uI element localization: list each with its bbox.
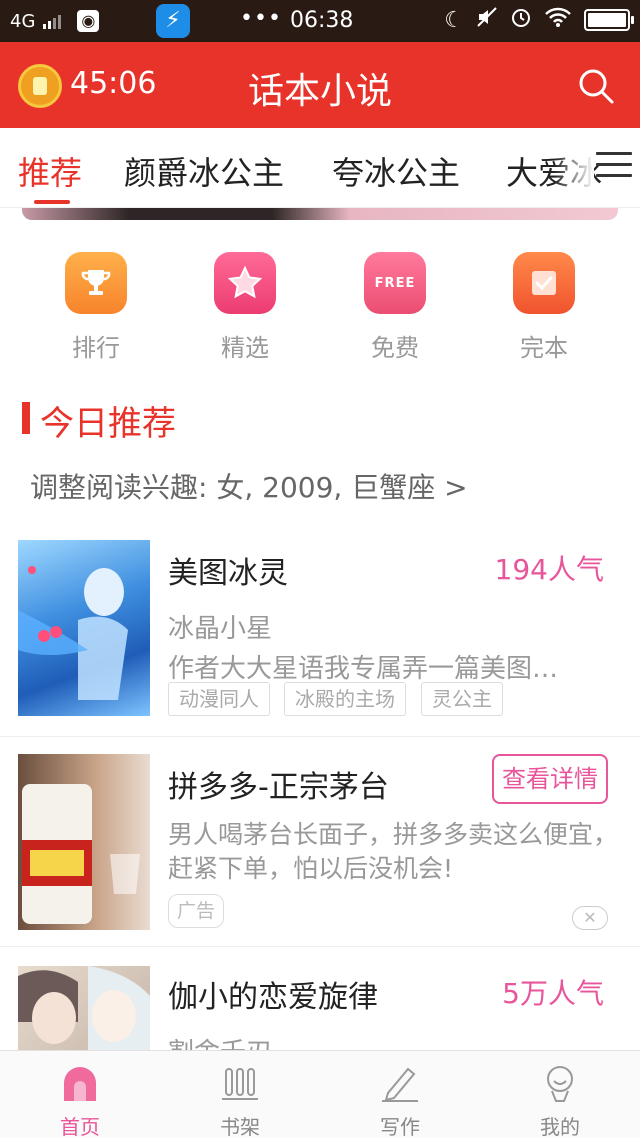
free-icon: FREE bbox=[364, 252, 426, 314]
nav-bookshelf[interactable]: 书架 bbox=[160, 1051, 320, 1138]
quick-entry-free[interactable]: FREE 免费 bbox=[345, 252, 445, 363]
status-icons: ☾ bbox=[444, 6, 634, 34]
nav-label: 首页 bbox=[60, 1115, 100, 1138]
app-header: 45:06 话本小说 bbox=[0, 42, 640, 128]
browser-notification-icon: ◉ bbox=[77, 10, 100, 32]
nav-label: 我的 bbox=[540, 1115, 580, 1138]
profile-icon bbox=[547, 1066, 573, 1102]
bookshelf-icon bbox=[222, 1068, 258, 1100]
network-indicator: 4G ◉ bbox=[10, 10, 100, 32]
section-title: 今日推荐 bbox=[40, 404, 176, 444]
app-title: 话本小说 bbox=[247, 71, 392, 112]
view-details-button[interactable]: 查看详情 bbox=[492, 754, 608, 804]
book-cover bbox=[18, 540, 150, 716]
alarm-icon bbox=[510, 6, 532, 34]
wifi-icon bbox=[544, 6, 572, 34]
star-icon bbox=[214, 252, 276, 314]
quick-entry-featured[interactable]: 精选 bbox=[195, 252, 295, 363]
book-description: 作者大大星语我专属弄一篇美图… bbox=[168, 654, 559, 684]
section-marker bbox=[22, 402, 30, 434]
book-tag[interactable]: 冰殿的主场 bbox=[284, 682, 406, 716]
book-tag[interactable]: 灵公主 bbox=[421, 682, 503, 716]
book-title: 美图冰灵 bbox=[168, 556, 288, 591]
quick-entry-label: 免费 bbox=[371, 334, 419, 362]
clock: 06:38 bbox=[290, 8, 354, 33]
book-popularity: 194人气 bbox=[494, 553, 604, 586]
book-item[interactable]: 伽小的恋爱旋律 5万人气 割舍千刃 bbox=[0, 966, 640, 1050]
free-badge: FREE bbox=[374, 275, 416, 291]
mute-icon bbox=[476, 6, 498, 34]
ad-label: 广告 bbox=[168, 894, 225, 928]
network-label: 4G bbox=[10, 10, 36, 32]
quick-entry-label: 完本 bbox=[520, 334, 568, 362]
check-icon bbox=[513, 252, 575, 314]
book-author: 割舍千刃 bbox=[168, 1032, 272, 1050]
nav-home[interactable]: 首页 bbox=[0, 1051, 160, 1138]
tab-kua-bing-princess[interactable]: 夸冰公主 bbox=[332, 148, 460, 194]
more-notifications-icon: ••• bbox=[240, 6, 282, 31]
status-bar: 4G ◉ ⚡ ••• 06:38 ☾ bbox=[0, 0, 640, 42]
ad-close-button[interactable]: ✕ bbox=[572, 906, 608, 930]
banner-carousel[interactable] bbox=[22, 208, 618, 220]
home-icon bbox=[64, 1067, 96, 1101]
bottom-navigation: 首页 书架 写作 我的 bbox=[0, 1050, 640, 1138]
ad-image bbox=[18, 754, 150, 930]
trophy-icon bbox=[65, 252, 127, 314]
tab-yanjue-bing-princess[interactable]: 颜爵冰公主 bbox=[124, 148, 284, 194]
ad-item[interactable]: 拼多多-正宗茅台 查看详情 男人喝茅台长面子，拼多多卖这么便宜，赶紧下单，怕以后… bbox=[0, 754, 640, 930]
tab-menu-icon[interactable] bbox=[596, 152, 632, 182]
reading-interest-link[interactable]: 调整阅读兴趣: 女, 2009, 巨蟹座 > bbox=[30, 466, 468, 506]
active-tab-indicator bbox=[34, 200, 70, 204]
quick-entry-ranking[interactable]: 排行 bbox=[46, 252, 146, 363]
book-popularity: 5万人气 bbox=[502, 977, 604, 1010]
nav-label: 书架 bbox=[220, 1115, 260, 1138]
search-button[interactable] bbox=[576, 66, 616, 106]
book-item[interactable]: 美图冰灵 194人气 冰晶小星 作者大大星语我专属弄一篇美图… 动漫同人 冰殿的… bbox=[0, 540, 640, 736]
app-notification-icon: ⚡ bbox=[156, 4, 190, 38]
category-tabs: 推荐 颜爵冰公主 夸冰公主 大爱冰 bbox=[0, 128, 640, 208]
moon-icon: ☾ bbox=[444, 7, 464, 33]
book-cover bbox=[18, 966, 150, 1050]
quick-entry-label: 精选 bbox=[221, 334, 269, 362]
ad-title: 拼多多-正宗茅台 bbox=[168, 770, 389, 805]
signal-icon bbox=[43, 13, 62, 29]
pen-icon bbox=[382, 1067, 418, 1102]
ad-description: 男人喝茅台长面子，拼多多卖这么便宜，赶紧下单，怕以后没机会! bbox=[168, 820, 619, 883]
book-title: 伽小的恋爱旋律 bbox=[168, 980, 378, 1015]
battery-icon bbox=[584, 9, 634, 31]
nav-profile[interactable]: 我的 bbox=[480, 1051, 640, 1138]
quick-entry-label: 排行 bbox=[72, 334, 120, 362]
book-tag[interactable]: 动漫同人 bbox=[168, 682, 270, 716]
quick-entries: 排行 精选 FREE 免费 完本 bbox=[0, 252, 640, 372]
search-icon bbox=[579, 69, 614, 104]
book-author: 冰晶小星 bbox=[168, 614, 273, 644]
nav-write[interactable]: 写作 bbox=[320, 1051, 480, 1138]
nav-label: 写作 bbox=[380, 1115, 420, 1138]
tab-recommend[interactable]: 推荐 bbox=[18, 148, 82, 194]
quick-entry-completed[interactable]: 完本 bbox=[494, 252, 594, 363]
